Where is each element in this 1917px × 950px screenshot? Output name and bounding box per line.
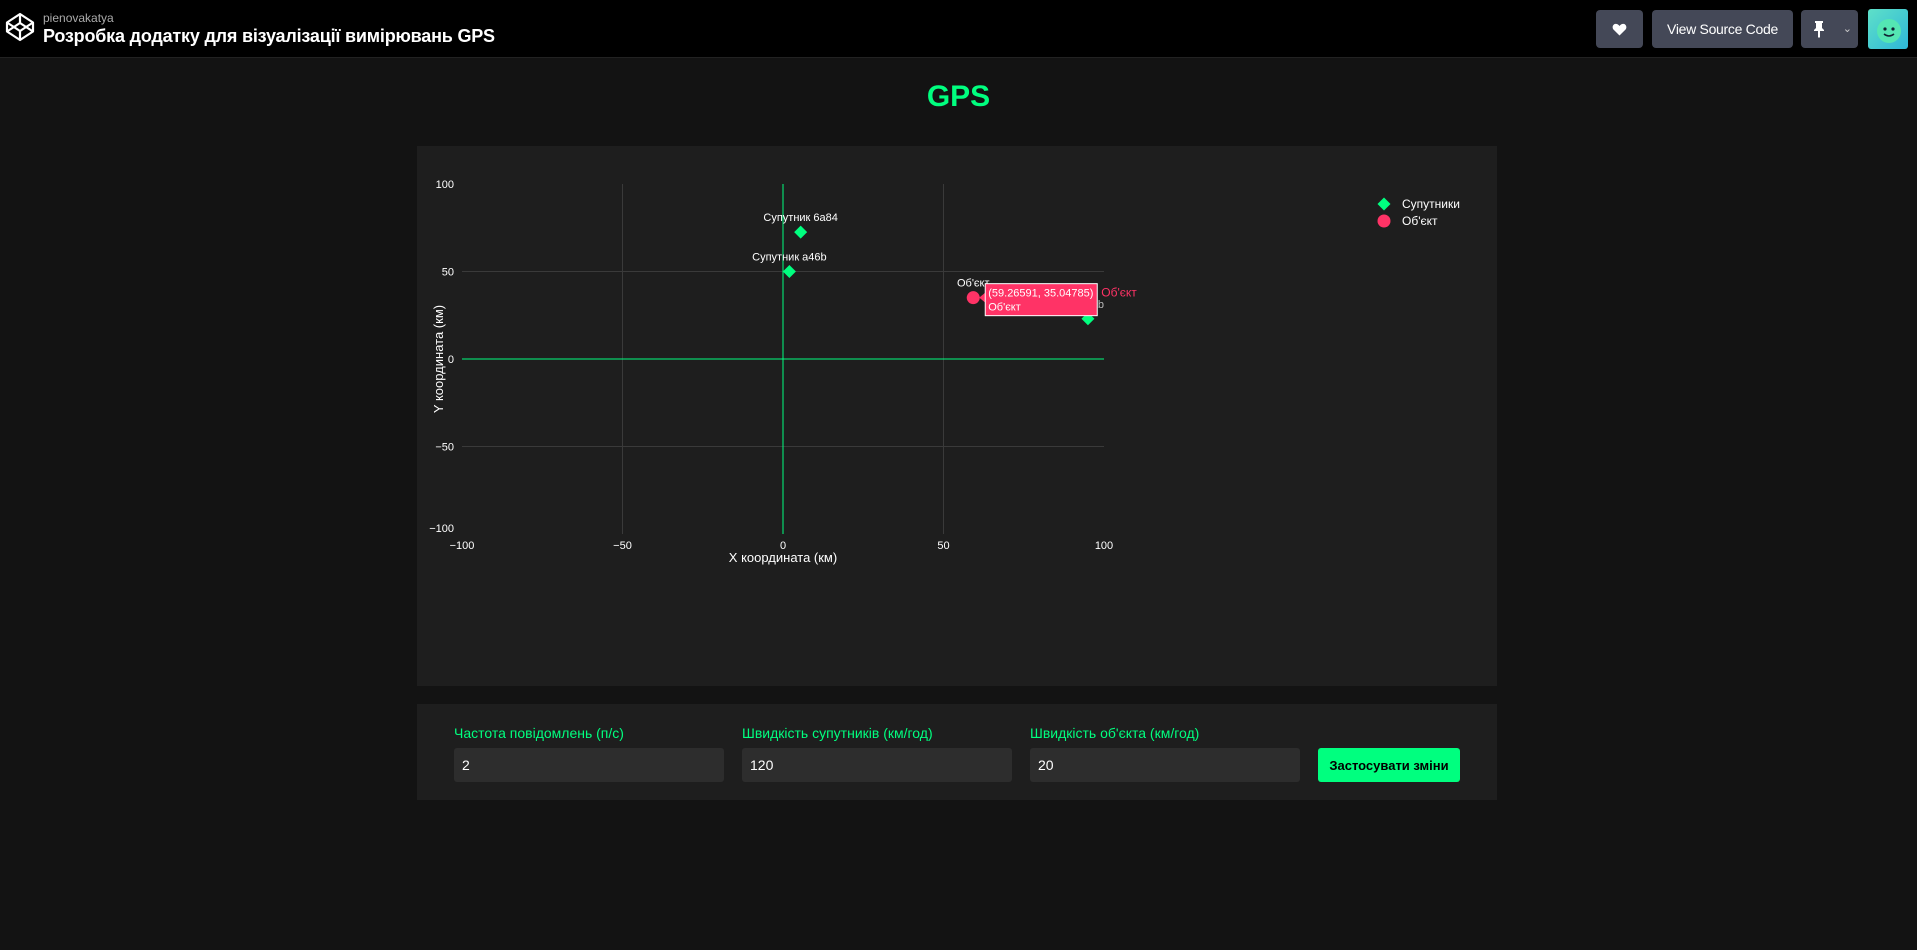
controls-panel: Частота повідомлень (п/с) Швидкість супу…	[417, 704, 1497, 800]
frequency-input[interactable]	[454, 748, 724, 782]
pin-button[interactable]: ⌄	[1801, 10, 1858, 48]
like-button[interactable]	[1596, 10, 1643, 48]
legend-label: Об'єкт	[1402, 214, 1438, 228]
heart-icon	[1612, 23, 1627, 36]
y-tick-label: −50	[435, 442, 454, 454]
pen-author[interactable]: pienovakatya	[43, 11, 114, 25]
chart-panel: −100 −50 0 50 100 100 50 0 −50 −100 X координата (…	[417, 146, 1497, 686]
object-speed-input[interactable]	[1030, 748, 1300, 782]
frequency-label: Частота повідомлень (п/с)	[454, 725, 624, 741]
y-axis-title: Y координата (км)	[431, 305, 446, 413]
y-tick-label: −100	[429, 523, 454, 535]
view-source-button[interactable]: View Source Code	[1652, 10, 1793, 48]
object-speed-label: Швидкість об'єкта (км/год)	[1030, 725, 1200, 741]
satellite-label: Супутник a46b	[752, 252, 827, 264]
y-tick-label: 50	[442, 267, 454, 279]
x-axis-title: X координата (км)	[729, 550, 837, 565]
tooltip-pointer	[979, 292, 986, 303]
legend-label: Супутники	[1402, 197, 1460, 211]
y-tick-label: 100	[436, 179, 454, 191]
top-bar: pienovakatya Розробка додатку для візуал…	[0, 0, 1917, 58]
x-tick-label: −50	[613, 540, 632, 552]
tooltip-name: Об'єкт	[988, 302, 1021, 314]
avatar-face-icon	[1877, 19, 1901, 43]
satellite-speed-label: Швидкість супутників (км/год)	[742, 725, 933, 741]
pin-icon	[1814, 21, 1824, 38]
tooltip-value: (59.26591, 35.04785)	[988, 288, 1093, 300]
chevron-down-icon: ⌄	[1842, 23, 1852, 35]
legend-satellite-marker	[1377, 197, 1391, 211]
x-tick-label: 100	[1095, 540, 1113, 552]
apply-changes-button[interactable]: Застосувати зміни	[1318, 748, 1460, 782]
x-tick-label: 50	[937, 540, 949, 552]
satellite-speed-input[interactable]	[742, 748, 1012, 782]
legend-object-marker	[1377, 214, 1391, 228]
satellite-label: Супутник 6a84	[763, 212, 838, 224]
user-avatar[interactable]	[1868, 9, 1908, 49]
codepen-logo-icon[interactable]	[4, 11, 36, 43]
pen-title: Розробка додатку для візуалізації вимірю…	[43, 26, 495, 46]
satellite-point	[782, 265, 796, 278]
object-point	[966, 291, 980, 305]
page-heading: GPS	[926, 80, 991, 113]
tooltip-series: Об'єкт	[1101, 286, 1137, 300]
object-label: Об'єкт	[957, 278, 990, 290]
satellite-point	[794, 225, 808, 239]
x-tick-label: −100	[450, 540, 475, 552]
gps-scatter-chart[interactable]: −100 −50 0 50 100100500−50−100X координата (…	[417, 146, 1497, 686]
y-tick-label: 0	[448, 354, 454, 366]
